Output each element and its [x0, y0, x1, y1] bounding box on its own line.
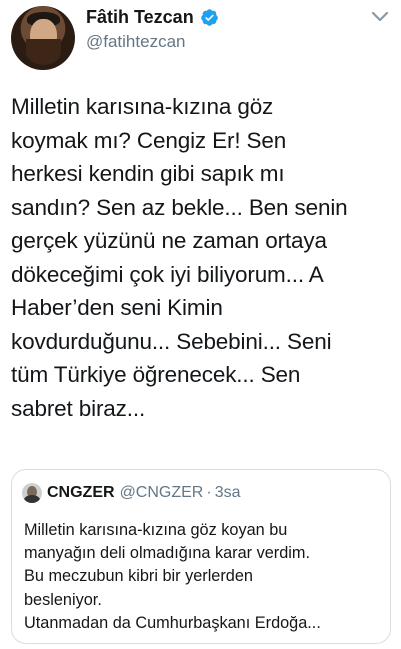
quoted-tweet-header: CNGZER @CNGZER · 3sa — [22, 483, 240, 503]
quoted-text-line: manyağın deli olmadığına karar verdim. — [24, 544, 310, 563]
tweet-text-line: Milletin karısına-kızına göz — [11, 94, 274, 119]
author-name[interactable]: Fâtih Tezcan — [86, 7, 194, 28]
tweet-text-line: sandın? Sen az bekle... Ben senin — [11, 194, 348, 220]
quoted-text-line: Milletin karısına-kızına göz koyan bu — [24, 521, 288, 539]
tweet-text-line: dökeceğimi çok iyi biliyorum... A — [11, 261, 324, 287]
tweet-text-line: koymak mı? Cengiz Er! Sen — [11, 127, 287, 153]
quoted-text-line: Bu meczubun kibri bir yerlerden — [24, 567, 253, 586]
author-handle[interactable]: @fatihtezcan — [86, 32, 185, 52]
quoted-author-handle: @CNGZER — [119, 484, 204, 501]
tweet-header: Fâtih Tezcan @fatihtezcan — [0, 0, 401, 76]
quoted-text-line: besleniyor. — [24, 590, 102, 609]
tweet-text-line: herkesi kendin gibi sapık mı — [11, 161, 285, 186]
tweet-text: Milletin karısına-kızına göz koymak mı? … — [11, 90, 391, 425]
quoted-text-line: Utanmadan da Cumhurbaşkanı Erdoğa... — [24, 613, 321, 632]
tweet-text-line: sabret biraz... — [11, 395, 146, 421]
chevron-down-icon[interactable] — [370, 10, 390, 24]
quoted-timestamp: 3sa — [214, 484, 241, 501]
avatar-beard — [26, 39, 61, 65]
author-avatar[interactable] — [11, 6, 75, 70]
author-name-row: Fâtih Tezcan — [86, 7, 219, 28]
quoted-author-avatar — [22, 483, 42, 503]
quoted-tweet-text: Milletin karısına-kızına göz koyan bu ma… — [24, 519, 384, 635]
tweet-text-line: gerçek yüzünü ne zaman ortaya — [11, 228, 327, 253]
quoted-author-name: CNGZER — [47, 484, 115, 501]
tweet-text-line: kovdurduğunu... Sebebini... Seni — [11, 328, 332, 354]
tweet-text-line: tüm Türkiye öğrenecek... Sen — [11, 362, 301, 387]
quoted-avatar-body — [24, 495, 40, 503]
verified-badge-icon — [200, 9, 218, 26]
tweet-text-line: Haber’den seni Kimin — [11, 295, 223, 320]
separator-dot: · — [206, 484, 212, 501]
quoted-tweet-card[interactable]: CNGZER @CNGZER · 3sa Milletin karısına-k… — [11, 469, 391, 644]
